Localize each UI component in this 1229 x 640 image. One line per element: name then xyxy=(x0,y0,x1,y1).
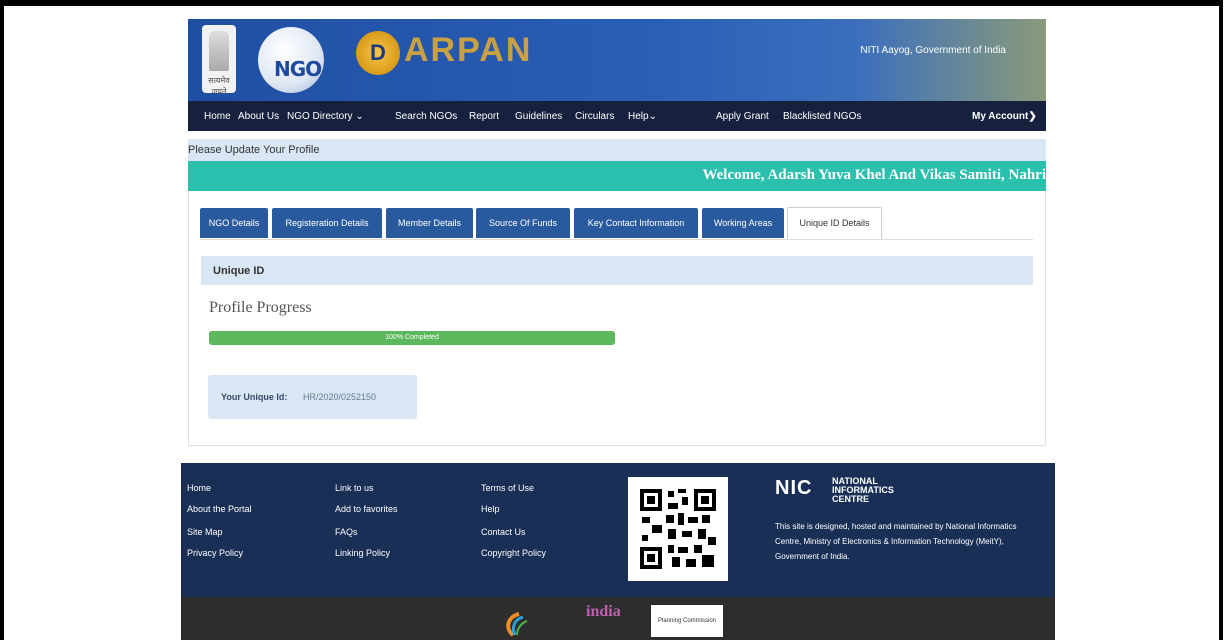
nav-help-label: Help xyxy=(628,111,649,122)
national-emblem-icon: सत्यमेव जयते xyxy=(202,25,236,96)
nav-ngo-directory-label: NGO Directory xyxy=(287,111,353,122)
footer-link-site-map[interactable]: Site Map xyxy=(187,527,223,537)
tab-divider xyxy=(200,239,1033,240)
tab-registration-details[interactable]: Registeration Details xyxy=(272,208,382,238)
qr-code-icon xyxy=(628,477,728,581)
nav-blacklisted-ngos[interactable]: Blacklisted NGOs xyxy=(783,111,861,122)
footer-link-about-portal[interactable]: About the Portal xyxy=(187,504,252,514)
emblem-caption: सत्यमेव जयते xyxy=(208,76,230,96)
nav-about-us[interactable]: About Us xyxy=(238,111,279,122)
footer-link-contact[interactable]: Contact Us xyxy=(481,527,526,537)
ngo-logo[interactable]: NGO xyxy=(258,27,324,93)
unique-id-section-header: Unique ID xyxy=(201,256,1033,285)
footer-link-home[interactable]: Home xyxy=(187,483,211,493)
darpan-d-logo[interactable]: D xyxy=(356,31,400,75)
nav-ngo-directory[interactable]: NGO Directory ⌄ xyxy=(287,111,364,122)
partner-logos-strip: india Planning Commission xyxy=(181,597,1055,640)
nav-apply-grant[interactable]: Apply Grant xyxy=(716,111,769,122)
nav-circulars[interactable]: Circulars xyxy=(575,111,614,122)
site-header: सत्यमेव जयते NGO D ARPAN NITI Aayog, Gov… xyxy=(188,19,1046,101)
nav-home[interactable]: Home xyxy=(204,111,231,122)
darpan-wordmark[interactable]: ARPAN xyxy=(404,31,532,70)
ngo-logo-text: NGO xyxy=(274,57,322,81)
tab-key-contact-information[interactable]: Key Contact Information xyxy=(574,208,698,238)
footer-link-faqs[interactable]: FAQs xyxy=(335,527,358,537)
footer-link-copyright[interactable]: Copyright Policy xyxy=(481,548,546,558)
footer-link-linking-policy[interactable]: Linking Policy xyxy=(335,548,390,558)
nav-guidelines[interactable]: Guidelines xyxy=(515,111,562,122)
welcome-text: Welcome, Adarsh Yuva Khel And Vikas Sami… xyxy=(702,167,1046,183)
profile-progress-fill: 100% Completed xyxy=(209,331,615,345)
tab-source-of-funds[interactable]: Source Of Funds xyxy=(476,208,570,238)
nic-name-line-3: CENTRE xyxy=(832,494,870,504)
notice-text: Please Update Your Profile xyxy=(188,144,320,156)
welcome-banner: Welcome, Adarsh Yuva Khel And Vikas Sami… xyxy=(188,161,1046,191)
site-footer: Home About the Portal Site Map Privacy P… xyxy=(181,463,1055,597)
profile-progress-title: Profile Progress xyxy=(209,299,312,316)
unique-id-box: Your Unique Id: HR/2020/0252150 xyxy=(208,375,417,419)
tab-member-details[interactable]: Member Details xyxy=(386,208,473,238)
footer-link-privacy-policy[interactable]: Privacy Policy xyxy=(187,548,243,558)
nav-help[interactable]: Help⌄ xyxy=(628,111,657,122)
nav-my-account-label: My Account xyxy=(972,111,1029,122)
india-gov-logo[interactable]: india xyxy=(586,603,621,621)
tab-unique-id-details[interactable]: Unique ID Details xyxy=(787,207,882,240)
chevron-down-icon: ⌄ xyxy=(648,111,657,122)
nic-description: This site is designed, hosted and mainta… xyxy=(775,522,1017,561)
org-name: NITI Aayog, Government of India xyxy=(860,45,1006,56)
unique-id-label: Your Unique Id: xyxy=(221,392,288,402)
nic-logo: NIC xyxy=(775,477,813,499)
digital-india-logo-icon[interactable] xyxy=(501,611,541,637)
planning-commission-logo[interactable]: Planning Commission xyxy=(651,605,723,637)
footer-link-terms[interactable]: Terms of Use xyxy=(481,483,534,493)
profile-progress-bar: 100% Completed xyxy=(209,331,615,345)
footer-link-link-to-us[interactable]: Link to us xyxy=(335,483,374,493)
update-profile-notice: Please Update Your Profile xyxy=(188,139,1046,161)
tab-ngo-details[interactable]: NGO Details xyxy=(200,208,268,238)
unique-id-section-title: Unique ID xyxy=(213,265,265,277)
main-navbar: Home About Us NGO Directory ⌄ Search NGO… xyxy=(188,101,1046,131)
chevron-down-icon: ❯ xyxy=(1028,111,1037,122)
nic-full-name: NATIONAL INFORMATICS CENTRE xyxy=(832,477,894,504)
chevron-down-icon: ⌄ xyxy=(355,111,364,122)
tab-working-areas[interactable]: Working Areas xyxy=(702,208,784,238)
nav-my-account[interactable]: My Account❯ xyxy=(972,111,1037,122)
footer-link-add-favorites[interactable]: Add to favorites xyxy=(335,504,398,514)
nav-search-ngos[interactable]: Search NGOs xyxy=(395,111,457,122)
footer-link-help[interactable]: Help xyxy=(481,504,500,514)
unique-id-value: HR/2020/0252150 xyxy=(303,392,377,402)
nav-report[interactable]: Report xyxy=(469,111,499,122)
